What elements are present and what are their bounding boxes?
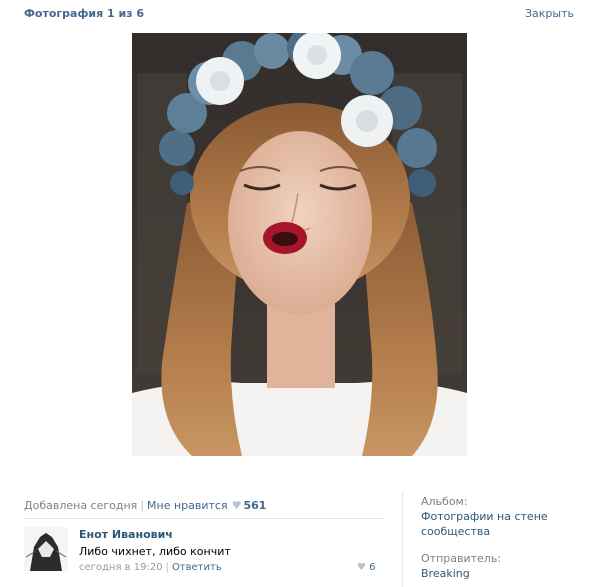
sender-label: Отправитель: <box>421 552 502 565</box>
comment-like-count[interactable]: 6 <box>369 562 375 573</box>
photo-info-sidebar: Альбом: Фотографии на стене сообщества О… <box>421 494 581 581</box>
added-date: Добавлена сегодня <box>24 499 138 512</box>
like-count[interactable]: 561 <box>243 499 266 512</box>
comment-time[interactable]: сегодня в 19:20 <box>79 562 163 573</box>
heart-icon[interactable]: ♥ <box>357 562 366 573</box>
like-button[interactable]: Мне нравится <box>147 499 228 512</box>
album-label: Альбом: <box>421 495 468 508</box>
reply-button[interactable]: Ответить <box>172 562 222 573</box>
comment-like-button[interactable]: ♥ 6 <box>357 562 376 573</box>
photo-image <box>132 33 467 456</box>
sidebar-divider <box>402 492 403 587</box>
album-link[interactable]: Фотографии на стене сообщества <box>421 509 581 539</box>
photo-meta-line: Добавлена сегодня | Мне нравится ♥ 561 <box>24 499 266 512</box>
sender-link[interactable]: Breaking <box>421 566 581 581</box>
heart-icon[interactable]: ♥ <box>232 499 242 512</box>
avatar-image <box>24 527 68 571</box>
meta-separator: | <box>140 499 145 512</box>
main-photo[interactable] <box>132 33 467 456</box>
comment-author[interactable]: Енот Иванович <box>79 528 173 541</box>
photo-counter-title: Фотография 1 из 6 <box>24 7 145 20</box>
avatar[interactable] <box>24 527 68 571</box>
comment-separator: | <box>165 562 169 573</box>
comment-text: Либо чихнет, либо кончит <box>79 545 231 558</box>
close-button[interactable]: Закрыть <box>525 7 574 20</box>
comments-divider <box>24 518 384 519</box>
comment-meta: сегодня в 19:20 | Ответить <box>79 562 222 573</box>
